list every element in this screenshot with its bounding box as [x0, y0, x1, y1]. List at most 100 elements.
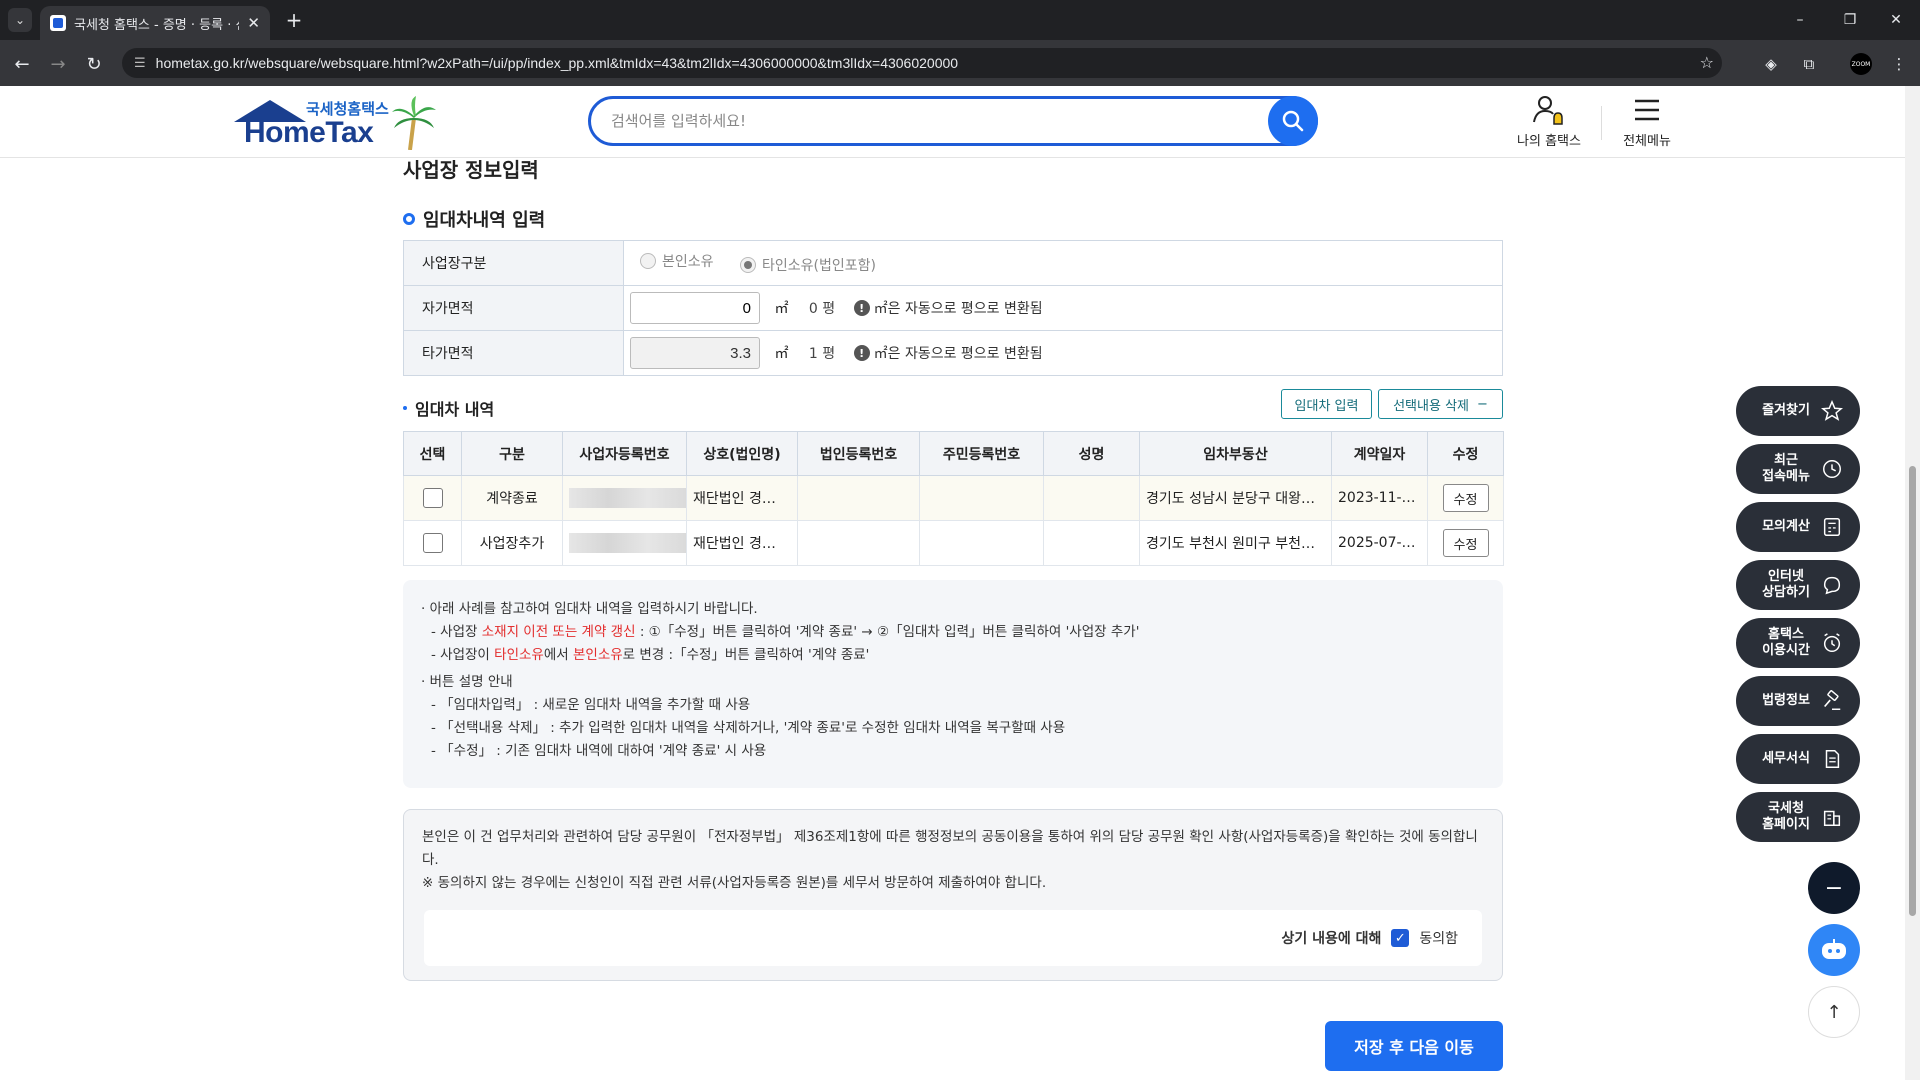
radio-own-label: 본인소유 — [662, 254, 714, 270]
row-property: 경기도 부천시 원미구 부천… — [1139, 520, 1332, 566]
lease-table-header: 선택 구분 사업자등록번호 상호(법인명) 법인등록번호 주민등록번호 성명 임… — [403, 431, 1504, 476]
guide-box: · 아래 사례를 참고하여 임대차 내역을 입력하시기 바랍니다. - 사업장 … — [403, 580, 1503, 788]
forward-icon[interactable]: → — [46, 52, 70, 76]
tab-close-icon[interactable]: ✕ — [247, 14, 260, 32]
tab-title: 국세청 홈택스 - 증명 · 등록 · 신 — [74, 17, 240, 33]
col-business-number: 사업자등록번호 — [562, 431, 687, 476]
all-menu-button[interactable]: 전체메뉴 — [1602, 94, 1692, 149]
reload-icon[interactable]: ↻ — [82, 52, 106, 76]
row-contract-date: 2023-11-… — [1331, 475, 1428, 521]
col-select: 선택 — [403, 431, 462, 476]
search-box — [588, 96, 1318, 146]
chatbot-icon — [1822, 939, 1846, 959]
radio-own-circle — [640, 253, 656, 269]
scrollbar-thumb[interactable] — [1909, 466, 1916, 916]
save-and-next-button[interactable]: 저장 후 다음 이동 — [1325, 1021, 1503, 1071]
quick-calculator-button[interactable]: 모의계산 — [1736, 502, 1860, 552]
search-input[interactable] — [611, 112, 1231, 130]
scroll-top-button[interactable]: ↑ — [1808, 986, 1860, 1038]
form-row-own-area: 자가면적 ㎡ 0 평 ! ㎡은 자동으로 평으로 변환됨 — [403, 285, 1503, 331]
own-area-unit: ㎡ — [774, 301, 789, 317]
lease-input-button[interactable]: 임대차 입력 — [1281, 389, 1372, 419]
search-button[interactable] — [1268, 96, 1318, 146]
browser-toolbar: ← → ↻ ☰ hometax.go.kr/websquare/websquar… — [0, 40, 1920, 86]
radio-other[interactable]: 타인소유(법인포함) — [739, 255, 876, 275]
tab-list-button[interactable]: ⌄ — [8, 8, 32, 32]
guide-line-4: · 버튼 설명 안내 — [421, 674, 513, 690]
extension-icon[interactable]: ◈ — [1760, 54, 1782, 74]
place-type-label: 사업장구분 — [403, 240, 624, 286]
agree-checkbox[interactable]: ✓ — [1391, 929, 1410, 947]
other-area-label: 타가면적 — [403, 330, 624, 376]
quick-label: 법령정보 — [1762, 693, 1810, 708]
radio-own[interactable]: 본인소유 — [640, 251, 714, 271]
guide-line-1: · 아래 사례를 참고하여 임대차 내역을 입력하시기 바랍니다. — [421, 601, 758, 617]
row-checkbox[interactable] — [422, 533, 443, 553]
extensions-puzzle-icon[interactable]: ⧉ — [1798, 54, 1820, 74]
row-edit-cell: 수정 — [1427, 520, 1504, 566]
agree-label[interactable]: 동의함 — [1419, 928, 1458, 948]
quick-consult-button[interactable]: 인터넷 상담하기 — [1736, 560, 1860, 610]
table-row: 계약종료 재단법인 경… 경기도 성남시 분당구 대왕… 2023-11-… 수… — [403, 475, 1504, 521]
lease-list-title-text: 임대차 내역 — [415, 400, 495, 419]
col-name: 성명 — [1043, 431, 1140, 476]
info-icon: ! — [853, 300, 870, 316]
other-area-unit: ㎡ — [774, 346, 789, 362]
browser-tab[interactable]: 국세청 홈택스 - 증명 · 등록 · 신 ✕ — [40, 6, 270, 40]
zoom-extension-icon[interactable]: ZOOM — [1850, 53, 1872, 75]
quick-bookmark-button[interactable]: 즐겨찾기 — [1736, 386, 1860, 436]
row-business-number — [562, 520, 687, 566]
row-company-name: 재단법인 경… — [686, 520, 798, 566]
consent-text: 본인은 이 건 업무처리와 관련하여 담당 공무원이 「전자정부법」 제36조제… — [422, 829, 1478, 868]
own-area-label: 자가면적 — [403, 285, 624, 331]
col-corp-number: 법인등록번호 — [797, 431, 920, 476]
own-area-pyeong: 0 평 — [808, 301, 836, 317]
user-bell-icon — [1533, 96, 1563, 125]
minimize-button[interactable]: – — [1780, 6, 1820, 34]
edit-button[interactable]: 수정 — [1442, 484, 1489, 512]
edit-button[interactable]: 수정 — [1442, 529, 1489, 557]
quick-forms-button[interactable]: 세무서식 — [1736, 734, 1860, 784]
quick-label: 최근 접속메뉴 — [1762, 453, 1810, 484]
chatbot-button[interactable] — [1808, 924, 1860, 976]
radio-other-label: 타인소유(법인포함) — [761, 258, 876, 274]
masked-value — [569, 488, 686, 508]
address-bar[interactable]: ☰ hometax.go.kr/websquare/websquare.html… — [122, 48, 1722, 78]
row-edit-cell: 수정 — [1427, 475, 1504, 521]
hamburger-menu-icon — [1635, 99, 1659, 121]
own-area-input[interactable] — [630, 292, 760, 324]
lease-list-title: 임대차 내역 — [403, 396, 494, 420]
section-title-text: 임대차내역 입력 — [423, 210, 546, 231]
col-property: 임차부동산 — [1139, 431, 1332, 476]
site-info-icon[interactable]: ☰ — [134, 56, 146, 71]
collapse-quick-menu-button[interactable]: − — [1808, 862, 1860, 914]
row-checkbox[interactable] — [422, 488, 443, 508]
row-company-name: 재단법인 경… — [686, 475, 798, 521]
building-icon — [1820, 805, 1844, 829]
quick-label: 세무서식 — [1762, 751, 1810, 766]
document-icon — [1820, 747, 1844, 771]
quick-label: 홈택스 이용시간 — [1762, 627, 1810, 658]
quick-law-button[interactable]: 법령정보 — [1736, 676, 1860, 726]
back-icon[interactable]: ← — [10, 52, 34, 76]
form-row-other-area: 타가면적 ㎡ 1 평 ! ㎡은 자동으로 평으로 변환됨 — [403, 330, 1503, 376]
my-hometax-button[interactable]: 나의 홈택스 — [1504, 94, 1594, 149]
quick-nts-homepage-button[interactable]: 국세청 홈페이지 — [1736, 792, 1860, 842]
minus-icon: − — [1824, 875, 1844, 901]
browser-menu-icon[interactable]: ⋮ — [1888, 54, 1910, 74]
section-title: 임대차내역 입력 — [403, 206, 545, 232]
row-name — [1043, 475, 1140, 521]
dot-bullet-icon — [403, 406, 407, 410]
restore-button[interactable]: ❐ — [1830, 6, 1870, 34]
bookmark-star-icon[interactable]: ☆ — [1700, 53, 1714, 72]
new-tab-button[interactable]: + — [282, 8, 306, 32]
close-window-button[interactable]: ✕ — [1876, 6, 1916, 34]
row-type: 계약종료 — [461, 475, 563, 521]
star-icon — [1820, 399, 1844, 423]
quick-hours-button[interactable]: 홈택스 이용시간 — [1736, 618, 1860, 668]
quick-recent-button[interactable]: 최근 접속메뉴 — [1736, 444, 1860, 494]
page-scrollbar[interactable] — [1905, 86, 1920, 1080]
hometax-logo[interactable]: 국세청홈택스 HomeTax — [232, 96, 442, 150]
info-icon: ! — [853, 345, 870, 361]
delete-selected-button[interactable]: 선택내용 삭제 − — [1378, 389, 1503, 419]
